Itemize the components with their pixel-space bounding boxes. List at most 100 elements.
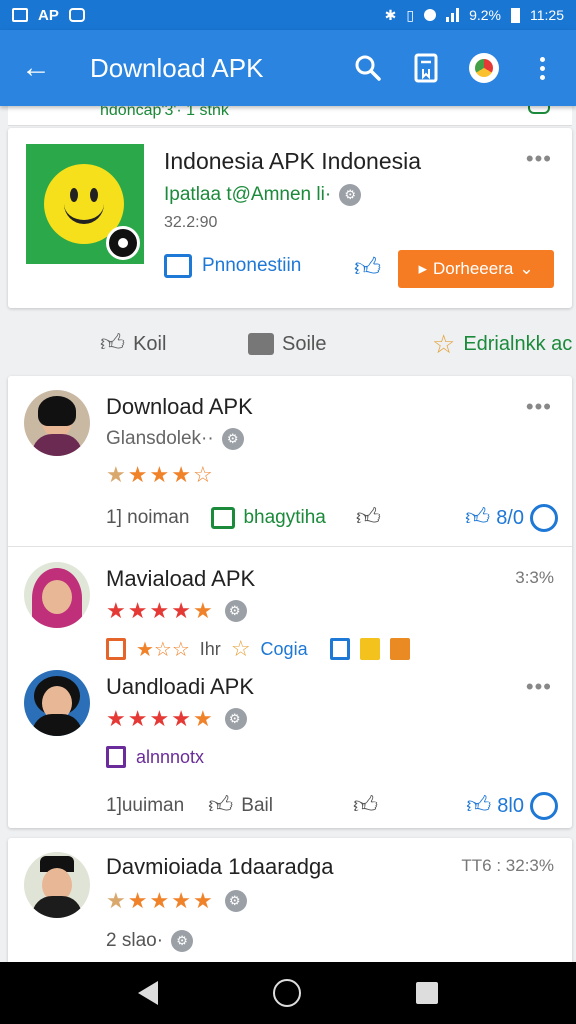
check-box-icon	[211, 507, 236, 529]
share-action[interactable]: Soile	[248, 333, 326, 356]
helpful-count: 8l0	[497, 794, 524, 817]
review-footer: 1]uuiman 👍︎ Bail 👍︎ 👍︎ 8l0	[106, 792, 558, 820]
review-tag[interactable]: bhagytiha	[211, 507, 326, 529]
more-vert-icon[interactable]	[524, 50, 560, 86]
review-tag-label: alnnnotx	[136, 746, 205, 767]
review-percent: TT6 : 32:3%	[461, 856, 554, 875]
battery-icon	[511, 7, 520, 23]
rating-stars: ★★★★★ ⚙	[106, 598, 247, 624]
settings-icon: ⚙	[224, 600, 247, 622]
thumbs-up-icon: 👍︎	[100, 330, 126, 357]
developer-text: Ipatlaa t@Amnen li·	[164, 184, 332, 205]
review-tag-label: bhagytiha	[243, 507, 326, 528]
star-icon: ☆	[230, 636, 251, 661]
review-tags: ★☆☆ Ihr ☆ Cogia	[106, 636, 410, 662]
nav-recents-icon[interactable]	[416, 982, 439, 1004]
page-title: Download APK	[90, 52, 264, 83]
thumbs-up-icon: 👍︎	[208, 792, 234, 819]
permissions-link[interactable]: Pnnonestiin	[164, 254, 301, 278]
avatar[interactable]	[24, 562, 90, 628]
search-icon[interactable]	[350, 50, 386, 86]
clock: 11:25	[530, 7, 564, 23]
helpful-count-button[interactable]: 👍︎ 8/0	[465, 504, 558, 532]
review-tag-label[interactable]: Cogia	[261, 639, 308, 660]
thumbs-up-icon[interactable]: 👍︎	[353, 792, 378, 820]
review-date: 2 slao·	[106, 930, 164, 951]
rate-action[interactable]: ☆ Edrialnkk ac	[432, 329, 572, 360]
status-left-text: AP	[38, 6, 59, 24]
mini-stars: ★☆☆	[136, 638, 190, 661]
reviewer-name: Download APK	[106, 394, 253, 419]
nav-home-icon[interactable]	[272, 979, 301, 1007]
reviewer-name: Maviaload APK	[106, 566, 256, 591]
system-nav-bar	[0, 962, 576, 1024]
review-date: 1] noiman	[106, 507, 190, 528]
comment-icon	[248, 333, 274, 355]
document-icon	[329, 638, 350, 660]
reviewer-name: Uandloadi APK	[106, 674, 254, 699]
review-tag-text: Ihr	[199, 638, 221, 659]
app-meta: 32.2:90	[164, 214, 218, 231]
like-action[interactable]: 👍︎ Koil	[100, 330, 166, 358]
thumbs-up-icon: 👍︎	[466, 792, 492, 819]
battery-percent: 9.2%	[469, 7, 501, 23]
review-date: 1]uuiman	[106, 795, 185, 816]
review-footer: 1] noiman bhagytiha 👍︎ 👍︎ 8/0	[106, 504, 558, 532]
thumbs-up-icon[interactable]: 👍︎	[354, 252, 381, 283]
more-horiz-icon[interactable]: •••	[526, 674, 552, 700]
settings-icon: ⚙	[224, 890, 247, 912]
chrome-icon[interactable]	[466, 50, 502, 86]
app-icon[interactable]	[26, 144, 144, 264]
chevron-down-icon: ⌄	[519, 259, 534, 278]
download-label: Dorheeera	[432, 259, 514, 278]
more-horiz-icon[interactable]: •••	[526, 394, 552, 420]
nav-back-icon[interactable]	[137, 981, 158, 1005]
thumbs-up-icon: 👍︎	[465, 504, 491, 531]
status-bar: AP ✱ ▯ 9.2% 11:25	[0, 0, 576, 30]
featured-app-card[interactable]: Indonesia APK Indonesia Ipatlaa t@Amnen …	[8, 128, 572, 308]
image-notification-icon	[12, 8, 28, 22]
settings-icon: ⚙	[224, 708, 247, 730]
action-row: 👍︎ Koil Soile ☆ Edrialnkk ac	[0, 318, 576, 370]
rating-stars: ★★★★☆	[106, 462, 215, 487]
helpful-count: 8/0	[496, 506, 524, 529]
wifi-icon	[424, 9, 437, 21]
avatar[interactable]	[24, 852, 90, 918]
label-icon	[106, 746, 126, 768]
arrow-back-icon[interactable]: ←	[16, 48, 56, 88]
download-button[interactable]: ▸ Dorheeera ⌄	[398, 250, 554, 288]
star-icon: ☆	[432, 328, 456, 359]
like-action[interactable]: 👍︎ Bail	[208, 792, 273, 820]
rating-stars: ★★★★★ ⚙	[106, 706, 247, 732]
rate-label: Edrialnkk ac	[463, 332, 573, 355]
app-bar: ← Download APK	[0, 30, 576, 106]
vibrate-icon: ▯	[406, 6, 415, 23]
reviewer-meta: Glansdolek·· ⚙	[106, 428, 244, 450]
permissions-icon	[164, 254, 192, 278]
bookmark-icon	[106, 638, 126, 660]
bookmark-icon[interactable]	[408, 50, 444, 86]
info-icon	[530, 792, 558, 820]
reviewer-name: Davmioiada 1daaradga	[106, 854, 334, 879]
info-icon	[530, 504, 558, 532]
settings-icon: ⚙	[221, 428, 244, 450]
share-label: Soile	[282, 332, 327, 355]
thumbs-up-icon[interactable]: 👍︎	[356, 504, 381, 532]
reviews-card: Download APK Glansdolek·· ⚙ ★★★★☆ 1] noi…	[8, 376, 572, 828]
camera-badge-icon	[106, 226, 140, 260]
review-percent: 3:3%	[515, 568, 554, 587]
reviewer-meta-text: Glansdolek··	[106, 428, 214, 449]
avatar[interactable]	[24, 670, 90, 736]
badge-icon	[389, 638, 410, 660]
like-label: Bail	[241, 795, 273, 816]
review-tag[interactable]: alnnnotx	[106, 746, 204, 768]
rating-stars: ★★★★★ ⚙	[106, 888, 247, 914]
review-footer: 2 slao· ⚙	[106, 930, 558, 952]
settings-icon: ⚙	[171, 930, 194, 952]
avatar[interactable]	[24, 390, 90, 456]
warning-icon	[359, 638, 380, 660]
more-horiz-icon[interactable]: •••	[526, 146, 552, 172]
app-developer: Ipatlaa t@Amnen li· ⚙	[164, 184, 362, 206]
helpful-count-button[interactable]: 👍︎ 8l0	[466, 792, 558, 820]
settings-icon: ⚙	[339, 184, 362, 206]
